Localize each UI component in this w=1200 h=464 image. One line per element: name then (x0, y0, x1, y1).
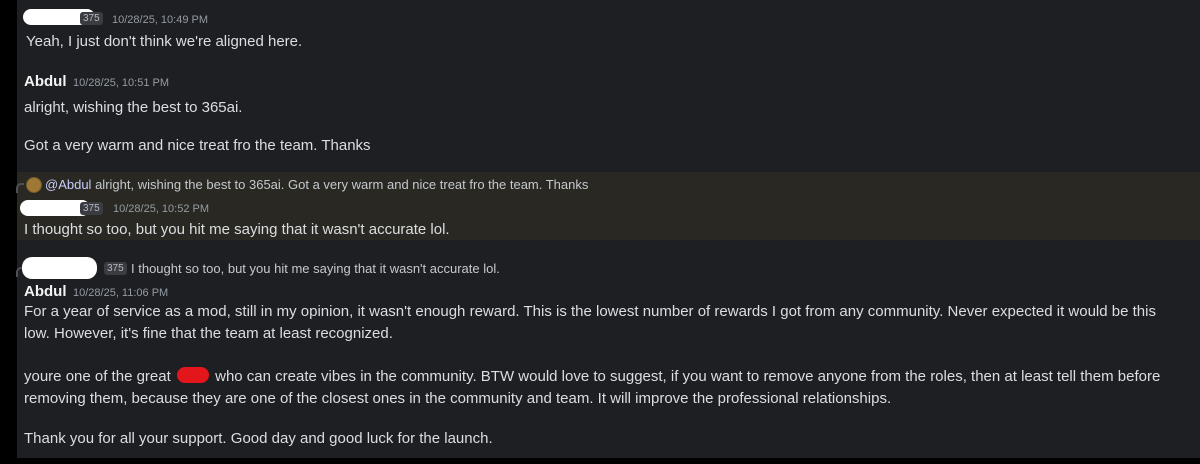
message-timestamp: 10/28/25, 10:49 PM (112, 14, 209, 26)
message-timestamp: 10/28/25, 11:06 PM (73, 287, 169, 299)
author-name[interactable]: Abdul (24, 73, 67, 90)
message-text[interactable]: Got a very warm and nice treat fro the t… (24, 137, 371, 154)
reply-text: alright, wishing the best to 365ai. Got … (95, 177, 589, 192)
user-badge: 375 (80, 202, 103, 215)
message-text[interactable]: Thank you for all your support. Good day… (24, 430, 493, 447)
author-name[interactable]: Abdul (24, 283, 67, 300)
message-text[interactable]: I thought so too, but you hit me saying … (24, 221, 450, 238)
message-text[interactable]: Yeah, I just don't think we're aligned h… (26, 33, 302, 50)
message-timestamp: 10/28/25, 10:52 PM (113, 203, 210, 215)
reply-preview[interactable]: I thought so too, but you hit me saying … (131, 261, 500, 276)
reply-preview[interactable]: @Abdul alright, wishing the best to 365a… (45, 177, 588, 192)
reply-connector (16, 183, 24, 193)
redacted-word (176, 367, 209, 383)
message-paragraph[interactable]: youre one of the great who can create vi… (24, 366, 1196, 410)
redacted-username (22, 257, 97, 279)
user-mention[interactable]: @Abdul (45, 177, 91, 192)
user-badge: 375 (80, 12, 103, 25)
avatar (26, 177, 42, 193)
paragraph-start: youre one of the great (24, 368, 171, 385)
message-paragraph[interactable]: For a year of service as a mod, still in… (24, 301, 1174, 345)
message-text[interactable]: alright, wishing the best to 365ai. (24, 99, 242, 116)
message-timestamp: 10/28/25, 10:51 PM (73, 77, 170, 89)
user-badge: 375 (104, 262, 127, 275)
